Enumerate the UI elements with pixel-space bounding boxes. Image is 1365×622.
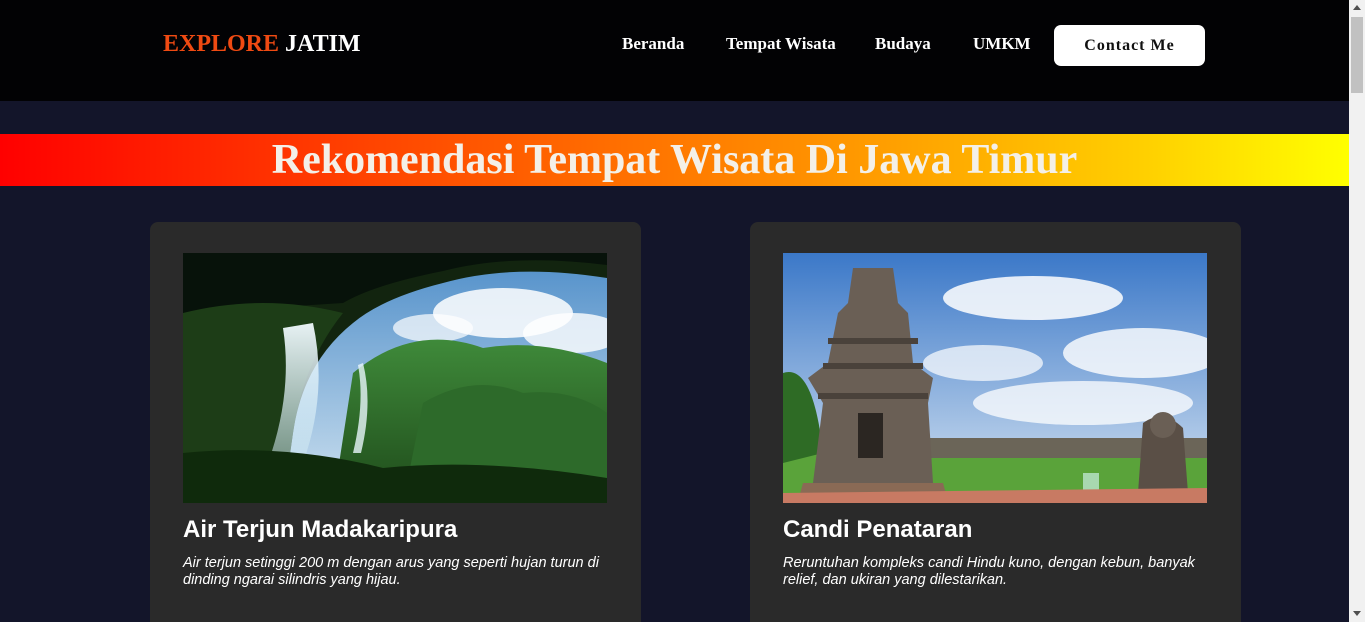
brand-part-jatim: JATIM — [285, 31, 361, 57]
navbar: EXPLORE JATIM Beranda Tempat Wisata Buda… — [0, 0, 1349, 101]
card-description: Reruntuhan kompleks candi Hindu kuno, de… — [783, 555, 1195, 588]
card-title: Candi Penataran — [783, 516, 973, 543]
nav-link-umkm[interactable]: UMKM — [973, 34, 1031, 54]
nav-link-beranda[interactable]: Beranda — [622, 34, 684, 54]
brand-part-explore: EXPLORE — [163, 31, 280, 57]
scroll-down-icon[interactable] — [1353, 611, 1361, 616]
page-scrollbar[interactable] — [1349, 0, 1365, 622]
waterfall-photo — [183, 253, 607, 503]
nav-link-tempat-wisata[interactable]: Tempat Wisata — [726, 34, 836, 54]
destination-card-penataran: Candi Penataran Reruntuhan kompleks cand… — [750, 222, 1241, 622]
nav-link-budaya[interactable]: Budaya — [875, 34, 931, 54]
section-banner: Rekomendasi Tempat Wisata Di Jawa Timur — [0, 134, 1349, 186]
section-title: Rekomendasi Tempat Wisata Di Jawa Timur — [271, 137, 1078, 183]
scroll-thumb[interactable] — [1351, 17, 1363, 93]
contact-me-button[interactable]: Contact Me — [1054, 25, 1205, 66]
temple-photo — [783, 253, 1207, 503]
card-description: Air terjun setinggi 200 m dengan arus ya… — [183, 555, 599, 588]
brand-logo[interactable]: EXPLORE JATIM — [163, 31, 361, 58]
destination-card-madakaripura: Air Terjun Madakaripura Air terjun setin… — [150, 222, 641, 622]
scroll-up-icon[interactable] — [1353, 5, 1361, 10]
card-title: Air Terjun Madakaripura — [183, 516, 458, 543]
